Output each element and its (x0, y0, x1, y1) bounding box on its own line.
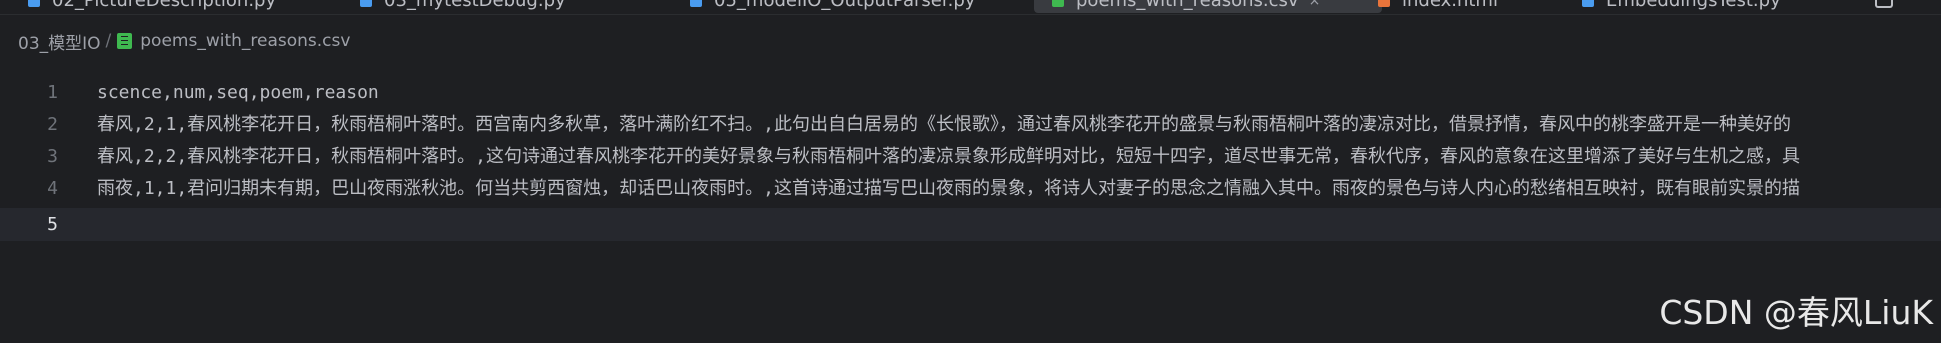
tab-label: 02_PictureDescription.py (52, 0, 277, 11)
tab-index-html[interactable]: index.html (1378, 0, 1498, 13)
python-file-icon (1582, 0, 1594, 7)
python-file-icon (690, 0, 702, 7)
editor-line[interactable]: 4 雨夜,1,1,君问归期未有期，巴山夜雨涨秋池。何当共剪西窗烛，却话巴山夜雨时… (0, 172, 1941, 205)
csv-file-icon (117, 33, 133, 49)
breadcrumb-folder[interactable]: 03_模型IO (18, 29, 101, 54)
code-editor[interactable]: 1 scence,num,seq,poem,reason 2 春风,2,1,春风… (0, 76, 1941, 343)
tab-poems-with-reasons[interactable]: poems_with_reasons.csv × (1034, 0, 1382, 13)
csv-file-icon (1052, 0, 1064, 7)
line-number: 3 (47, 146, 58, 167)
tab-label: EmbeddingsTest.py (1606, 0, 1781, 11)
python-file-icon (28, 0, 40, 7)
tab-03-mytest-debug[interactable]: 03_mytestDebug.py (360, 0, 566, 13)
tab-02-picture-description[interactable]: 02_PictureDescription.py (28, 0, 276, 13)
csdn-watermark: CSDN @春风LiuK (1659, 293, 1933, 332)
tab-embeddings-test[interactable]: EmbeddingsTest.py (1582, 0, 1781, 13)
breadcrumb: 03_模型IO / poems_with_reasons.csv (18, 28, 350, 54)
line-content[interactable]: 春风,2,1,春风桃李花开日，秋雨梧桐叶落时。西宫南内多秋草，落叶满阶红不扫。,… (97, 108, 1791, 141)
tab-overflow-icon[interactable] (1875, 0, 1893, 8)
line-number: 5 (47, 214, 58, 235)
tab-label: 03_mytestDebug.py (384, 0, 566, 11)
line-number: 1 (47, 82, 58, 103)
line-number: 4 (47, 178, 58, 199)
breadcrumb-separator: / (105, 31, 112, 51)
line-number: 2 (47, 114, 58, 135)
line-content[interactable]: scence,num,seq,poem,reason (97, 76, 379, 109)
close-icon[interactable]: × (1309, 0, 1321, 13)
editor-line-current[interactable]: 5 (0, 208, 1941, 241)
html-file-icon (1378, 0, 1390, 7)
line-content[interactable]: 雨夜,1,1,君问归期未有期，巴山夜雨涨秋池。何当共剪西窗烛，却话巴山夜雨时。,… (97, 172, 1800, 205)
editor-tab-bar: 02_PictureDescription.py 03_mytestDebug.… (0, 0, 1941, 15)
tab-label: poems_with_reasons.csv (1076, 0, 1299, 11)
editor-line[interactable]: 1 scence,num,seq,poem,reason (0, 76, 1941, 109)
line-content[interactable]: 春风,2,2,春风桃李花开日，秋雨梧桐叶落时。,这句诗通过春风桃李花开的美好景象… (97, 140, 1800, 173)
editor-line[interactable]: 3 春风,2,2,春风桃李花开日，秋雨梧桐叶落时。,这句诗通过春风桃李花开的美好… (0, 140, 1941, 173)
breadcrumb-file[interactable]: poems_with_reasons.csv (140, 31, 350, 51)
editor-line[interactable]: 2 春风,2,1,春风桃李花开日，秋雨梧桐叶落时。西宫南内多秋草，落叶满阶红不扫… (0, 108, 1941, 141)
tab-05-modelio-outputparser[interactable]: 05_modelIO_OutputParser.py (690, 0, 975, 13)
tab-label: index.html (1402, 0, 1498, 11)
tab-label: 05_modelIO_OutputParser.py (714, 0, 976, 11)
python-file-icon (360, 0, 372, 7)
